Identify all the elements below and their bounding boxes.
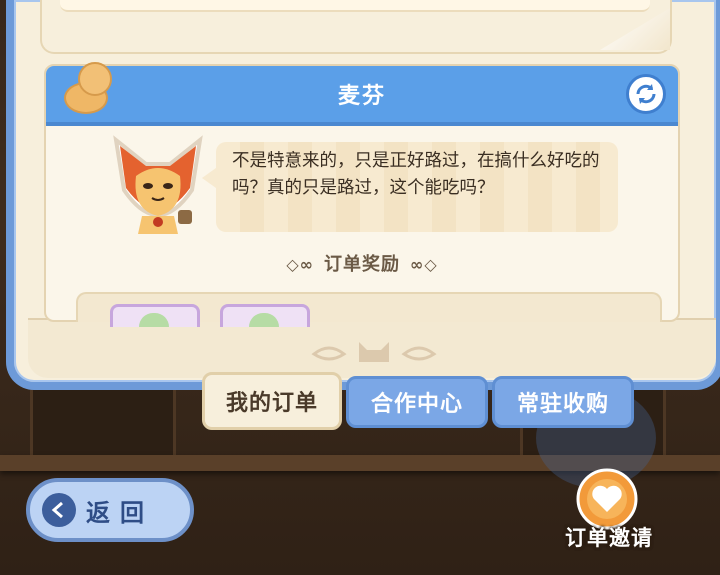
background-plank [30,385,176,461]
customer-name: 麦芬 [337,84,386,109]
back-button[interactable]: 返回 [26,478,194,542]
tab-my-orders[interactable]: 我的订单 [202,372,342,430]
customer-dialogue: 不是特意来的，只是正好路过，在搞什么好吃的吗？真的只是路过，这个能吃吗？ [202,142,618,232]
back-label: 返回 [86,498,154,527]
card-header: 麦芬 [46,66,678,126]
reward-heading: ◇∞ 订单奖励 ∞◇ [46,250,678,276]
refresh-icon [636,84,656,104]
paper-fold [600,8,670,50]
reward-item-slot[interactable] [220,304,310,327]
cat-ornament-icon [311,342,437,362]
pushpin-icon [64,62,114,114]
ornament-left-icon: ◇∞ [286,255,314,274]
reward-item-slot[interactable] [110,304,200,327]
tab-cooperation-center[interactable]: 合作中心 [346,376,488,428]
reward-items-area [76,292,662,327]
order-invite-icon [574,468,640,530]
order-invite-button[interactable]: 订单邀请 [560,468,660,558]
order-invite-label: 订单邀请 [565,526,653,550]
tab-permanent-purchase[interactable]: 常驻收购 [492,376,634,428]
reward-title-text: 订单奖励 [324,254,400,275]
ornament-right-icon: ∞◇ [410,255,438,274]
customer-order-card: 麦芬 不是特意来的，只是正好路过，在搞什么好吃的吗？真的只是路过，这个能吃吗？ … [44,62,680,327]
previous-card-strip [60,0,650,12]
previous-order-card [40,0,672,54]
refresh-button[interactable] [626,74,666,114]
customer-avatar [106,130,210,242]
footer-ornament [304,334,444,368]
back-arrow-icon [42,493,76,527]
